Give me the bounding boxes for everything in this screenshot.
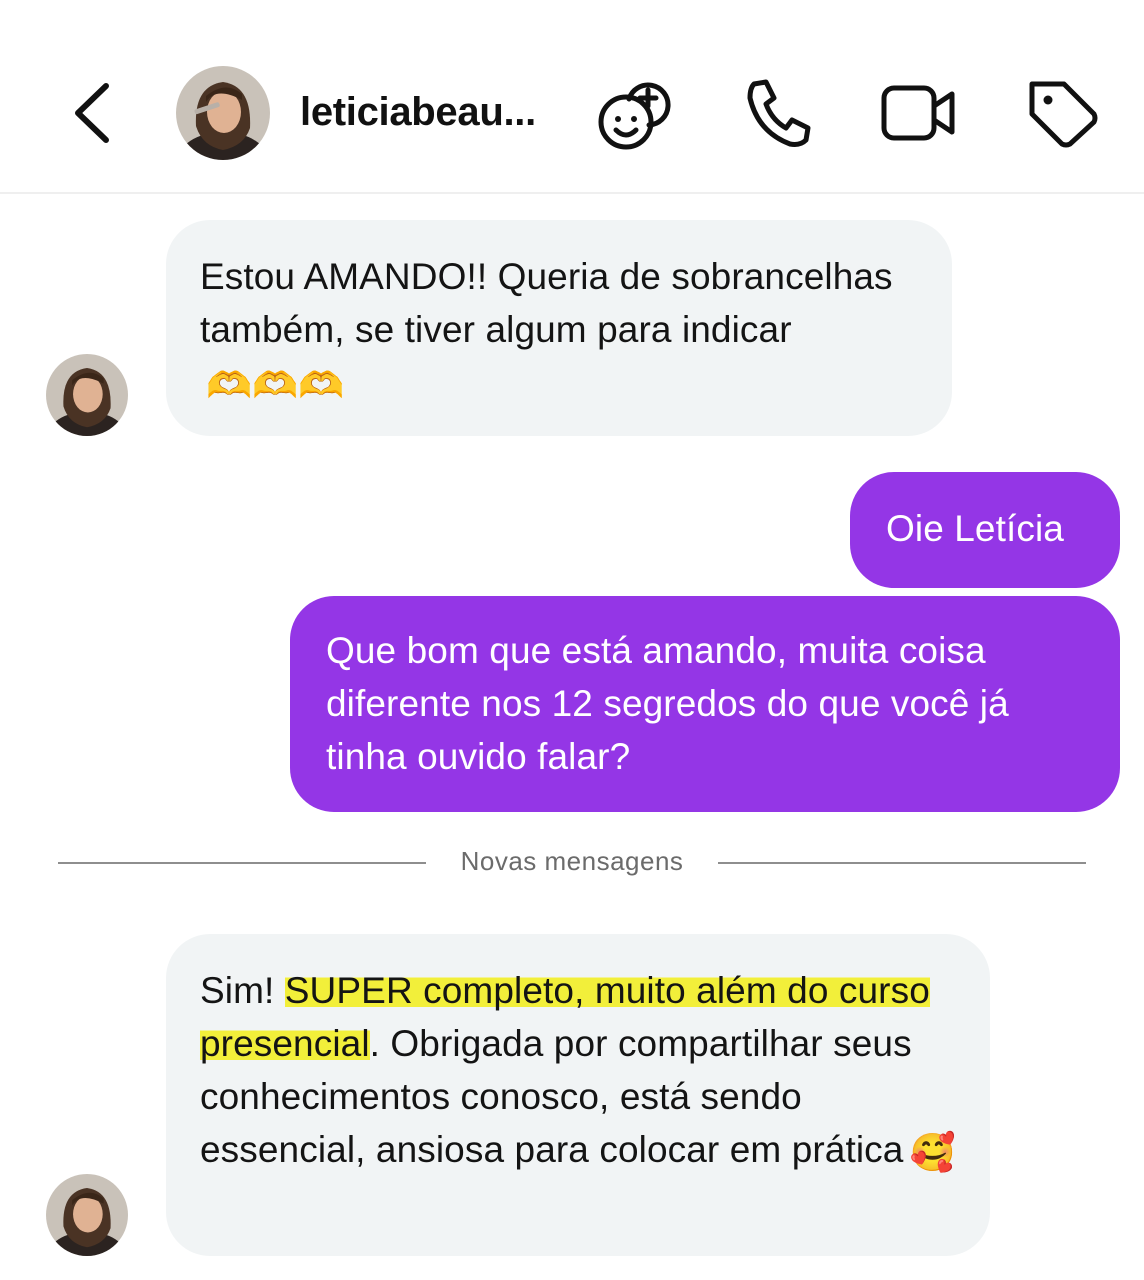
message-text: Estou AMANDO!! Queria de sobrancelhas ta… [200,256,893,350]
message-bubble-outgoing[interactable]: Que bom que está amando, muita coisa dif… [290,596,1120,812]
video-icon[interactable] [876,72,958,154]
message-bubble-incoming[interactable]: Estou AMANDO!! Queria de sobrancelhas ta… [166,220,952,436]
chat-header: leticiabeau... [0,0,1144,194]
divider-line [58,862,426,864]
avatar[interactable] [176,66,270,160]
phone-icon[interactable] [740,72,822,154]
message-bubble-incoming[interactable]: Sim! SUPER completo, muito além do curso… [166,934,990,1256]
back-icon[interactable] [66,78,122,148]
sender-avatar[interactable] [46,1174,128,1256]
tag-icon[interactable] [1022,72,1104,154]
message-text: Que bom que está amando, muita coisa dif… [326,630,1009,777]
smiling-hearts-emoji: 🥰 [909,1131,956,1173]
new-messages-label: Novas mensagens [460,846,684,876]
chat-username[interactable]: leticiabeau... [300,90,536,135]
message-text: Oie Letícia [886,508,1064,549]
message-text: Sim! [200,970,285,1011]
message-bubble-outgoing[interactable]: Oie Letícia [850,472,1120,588]
effects-icon[interactable] [596,72,678,154]
heart-hands-emoji: 🫶🫶🫶 [206,364,345,406]
divider-line [718,862,1086,864]
sender-avatar[interactable] [46,354,128,436]
